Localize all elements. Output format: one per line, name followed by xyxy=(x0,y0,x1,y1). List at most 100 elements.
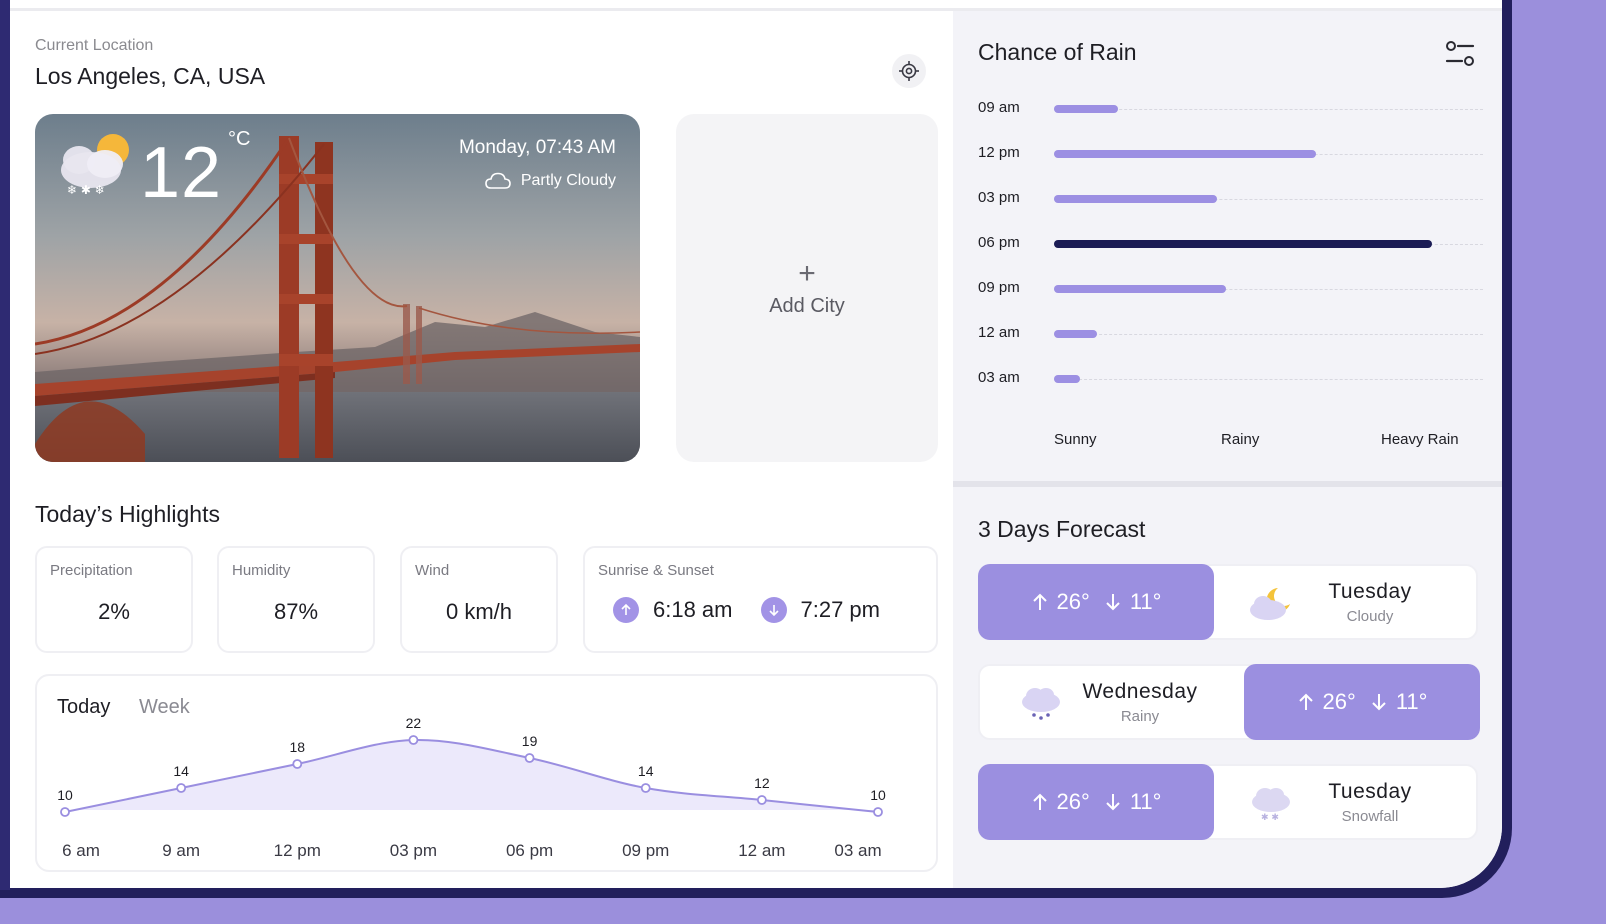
app-screen: Current Location Los Angeles, CA, USA ❄ … xyxy=(10,0,1502,888)
arrow-down-icon xyxy=(1372,694,1386,711)
rain-bar xyxy=(1054,195,1217,203)
rain-track xyxy=(1054,109,1483,110)
forecast-low: 11° xyxy=(1129,789,1162,814)
cloud-icon xyxy=(485,172,511,189)
humidity-card: Humidity 87% xyxy=(217,546,375,653)
temperature-range-pill: 26° 11° xyxy=(1244,664,1480,740)
rain-bar xyxy=(1054,105,1118,113)
arrow-up-icon xyxy=(1298,693,1313,710)
temperature-point xyxy=(408,735,419,745)
side-panel: Chance of Rain 09 am 12 pm 03 pm 06 pm 09 pm… xyxy=(953,11,1502,888)
rain-row: 06 pm xyxy=(978,234,1483,254)
svg-text:✱ ✱: ✱ ✱ xyxy=(1261,813,1279,822)
forecast-title: 3 Days Forecast xyxy=(978,516,1146,542)
forecast-high: 26° xyxy=(1322,689,1356,714)
x-tick-label: 12 pm xyxy=(274,841,321,860)
add-city-label: Add City xyxy=(769,294,845,317)
x-tick-label: 06 pm xyxy=(506,841,553,860)
forecast-condition: Snowfall xyxy=(1341,807,1399,825)
current-datetime: Monday, 07:43 AM xyxy=(458,137,616,158)
forecast-row[interactable]: 26° 11° Tuesday Cloudy xyxy=(978,564,1478,640)
temperature-point xyxy=(873,807,883,817)
precipitation-card: Precipitation 2% xyxy=(35,546,193,653)
rain-time-label: 09 am xyxy=(978,99,1020,116)
sunrise-time: 6:18 am xyxy=(653,597,733,622)
rain-bar xyxy=(1054,285,1226,293)
temperature-point xyxy=(176,783,187,793)
rain-bar xyxy=(1054,240,1432,248)
temperature-data-label: 10 xyxy=(57,787,73,803)
add-city-button[interactable]: + Add City xyxy=(676,114,938,462)
chance-of-rain-title: Chance of Rain xyxy=(978,39,1137,65)
temperature-data-label: 14 xyxy=(173,763,189,779)
sunrise-arrow-up-icon xyxy=(613,597,639,623)
temperature-data-label: 18 xyxy=(289,739,305,755)
temperature-point xyxy=(756,795,767,805)
forecast-day: Tuesday xyxy=(1328,779,1412,803)
locate-button[interactable] xyxy=(892,54,926,88)
forecast-row[interactable]: 26° 11° ✱ ✱ Tuesday Snowfall xyxy=(978,764,1478,840)
temperature-point xyxy=(60,807,70,817)
rain-time-label: 03 pm xyxy=(978,189,1020,206)
rain-row: 09 am xyxy=(978,99,1483,119)
temperature-point xyxy=(292,759,303,769)
arrow-up-icon xyxy=(1032,793,1047,810)
arrow-up-icon xyxy=(1032,593,1047,610)
scale-label-rainy: Rainy xyxy=(1221,431,1260,448)
forecast-day: Tuesday xyxy=(1328,579,1412,603)
forecast-day-info: Wednesday Rainy xyxy=(1050,666,1230,738)
sunrise-sunset-row: 6:18 am 7:27 pm xyxy=(613,597,880,623)
x-tick-label: 12 am xyxy=(738,841,785,860)
location-caption: Current Location xyxy=(35,37,154,54)
x-tick-label: 6 am xyxy=(62,841,100,860)
chance-of-rain-panel: Chance of Rain 09 am 12 pm 03 pm 06 pm 09 pm… xyxy=(953,11,1502,481)
humidity-label: Humidity xyxy=(232,562,291,579)
sunset-time: 7:27 pm xyxy=(800,597,881,622)
current-condition: Partly Cloudy xyxy=(485,172,616,190)
rain-bar xyxy=(1054,375,1080,383)
temperature-range-pill: 26° 11° xyxy=(978,564,1214,640)
temperature-unit: °C xyxy=(228,128,251,150)
precipitation-value: 2% xyxy=(98,599,130,624)
panel-divider xyxy=(953,481,1502,487)
temperature-data-label: 19 xyxy=(522,733,538,749)
rain-track xyxy=(1054,379,1483,380)
forecast-low: 11° xyxy=(1395,689,1428,714)
device-edge xyxy=(0,0,10,890)
forecast-high: 26° xyxy=(1056,789,1090,814)
forecast-high: 26° xyxy=(1056,589,1090,614)
current-temperature: 12 xyxy=(140,133,223,213)
partly-cloudy-snow-icon: ❄ ✱ ❄ xyxy=(61,134,129,197)
x-tick-label: 09 pm xyxy=(622,841,669,860)
highlights-title: Today’s Highlights xyxy=(35,501,220,527)
temperature-data-label: 12 xyxy=(754,775,770,791)
scale-label-heavy-rain: Heavy Rain xyxy=(1381,431,1459,448)
arrow-down-icon xyxy=(1106,594,1120,611)
rain-bar xyxy=(1054,150,1316,158)
temperature-range-pill: 26° 11° xyxy=(978,764,1214,840)
temperature-chart-card: Today Week 10 6 am 14 9 am 18 12 pm 22 03 pm 19 0… xyxy=(35,674,938,872)
main-panel: Current Location Los Angeles, CA, USA ❄ … xyxy=(10,11,952,888)
temperature-point xyxy=(524,753,535,763)
rain-row: 03 pm xyxy=(978,189,1483,209)
forecast-low: 11° xyxy=(1129,589,1162,614)
forecast-day-info: Tuesday Cloudy xyxy=(1280,566,1460,638)
svg-text:❄ ✱ ❄: ❄ ✱ ❄ xyxy=(67,183,105,197)
current-condition-label: Partly Cloudy xyxy=(520,172,616,189)
sunrise-sunset-card: Sunrise & Sunset 6:18 am 7:27 pm xyxy=(583,546,938,653)
rain-row: 09 pm xyxy=(978,279,1483,299)
crosshair-icon xyxy=(899,61,919,81)
rain-row: 12 am xyxy=(978,324,1483,344)
sunrise-sunset-label: Sunrise & Sunset xyxy=(598,562,714,579)
filter-icon[interactable] xyxy=(1443,37,1477,71)
plus-icon: + xyxy=(798,256,816,290)
forecast-row[interactable]: Wednesday Rainy 26° 11° xyxy=(978,664,1480,740)
forecast-condition: Rainy xyxy=(1120,707,1160,725)
forecast-day: Wednesday xyxy=(1082,679,1198,703)
location-city: Los Angeles, CA, USA xyxy=(35,63,266,89)
humidity-value: 87% xyxy=(273,599,319,624)
rain-bar xyxy=(1054,330,1097,338)
temperature-chart: 10 6 am 14 9 am 18 12 pm 22 03 pm 19 06 pm 14 09 pm… xyxy=(57,715,886,860)
x-tick-label: 9 am xyxy=(162,841,200,860)
weather-hero-card[interactable]: ❄ ✱ ❄ 12 °C Monday, 07:43 AM Partly Clou… xyxy=(35,114,640,462)
